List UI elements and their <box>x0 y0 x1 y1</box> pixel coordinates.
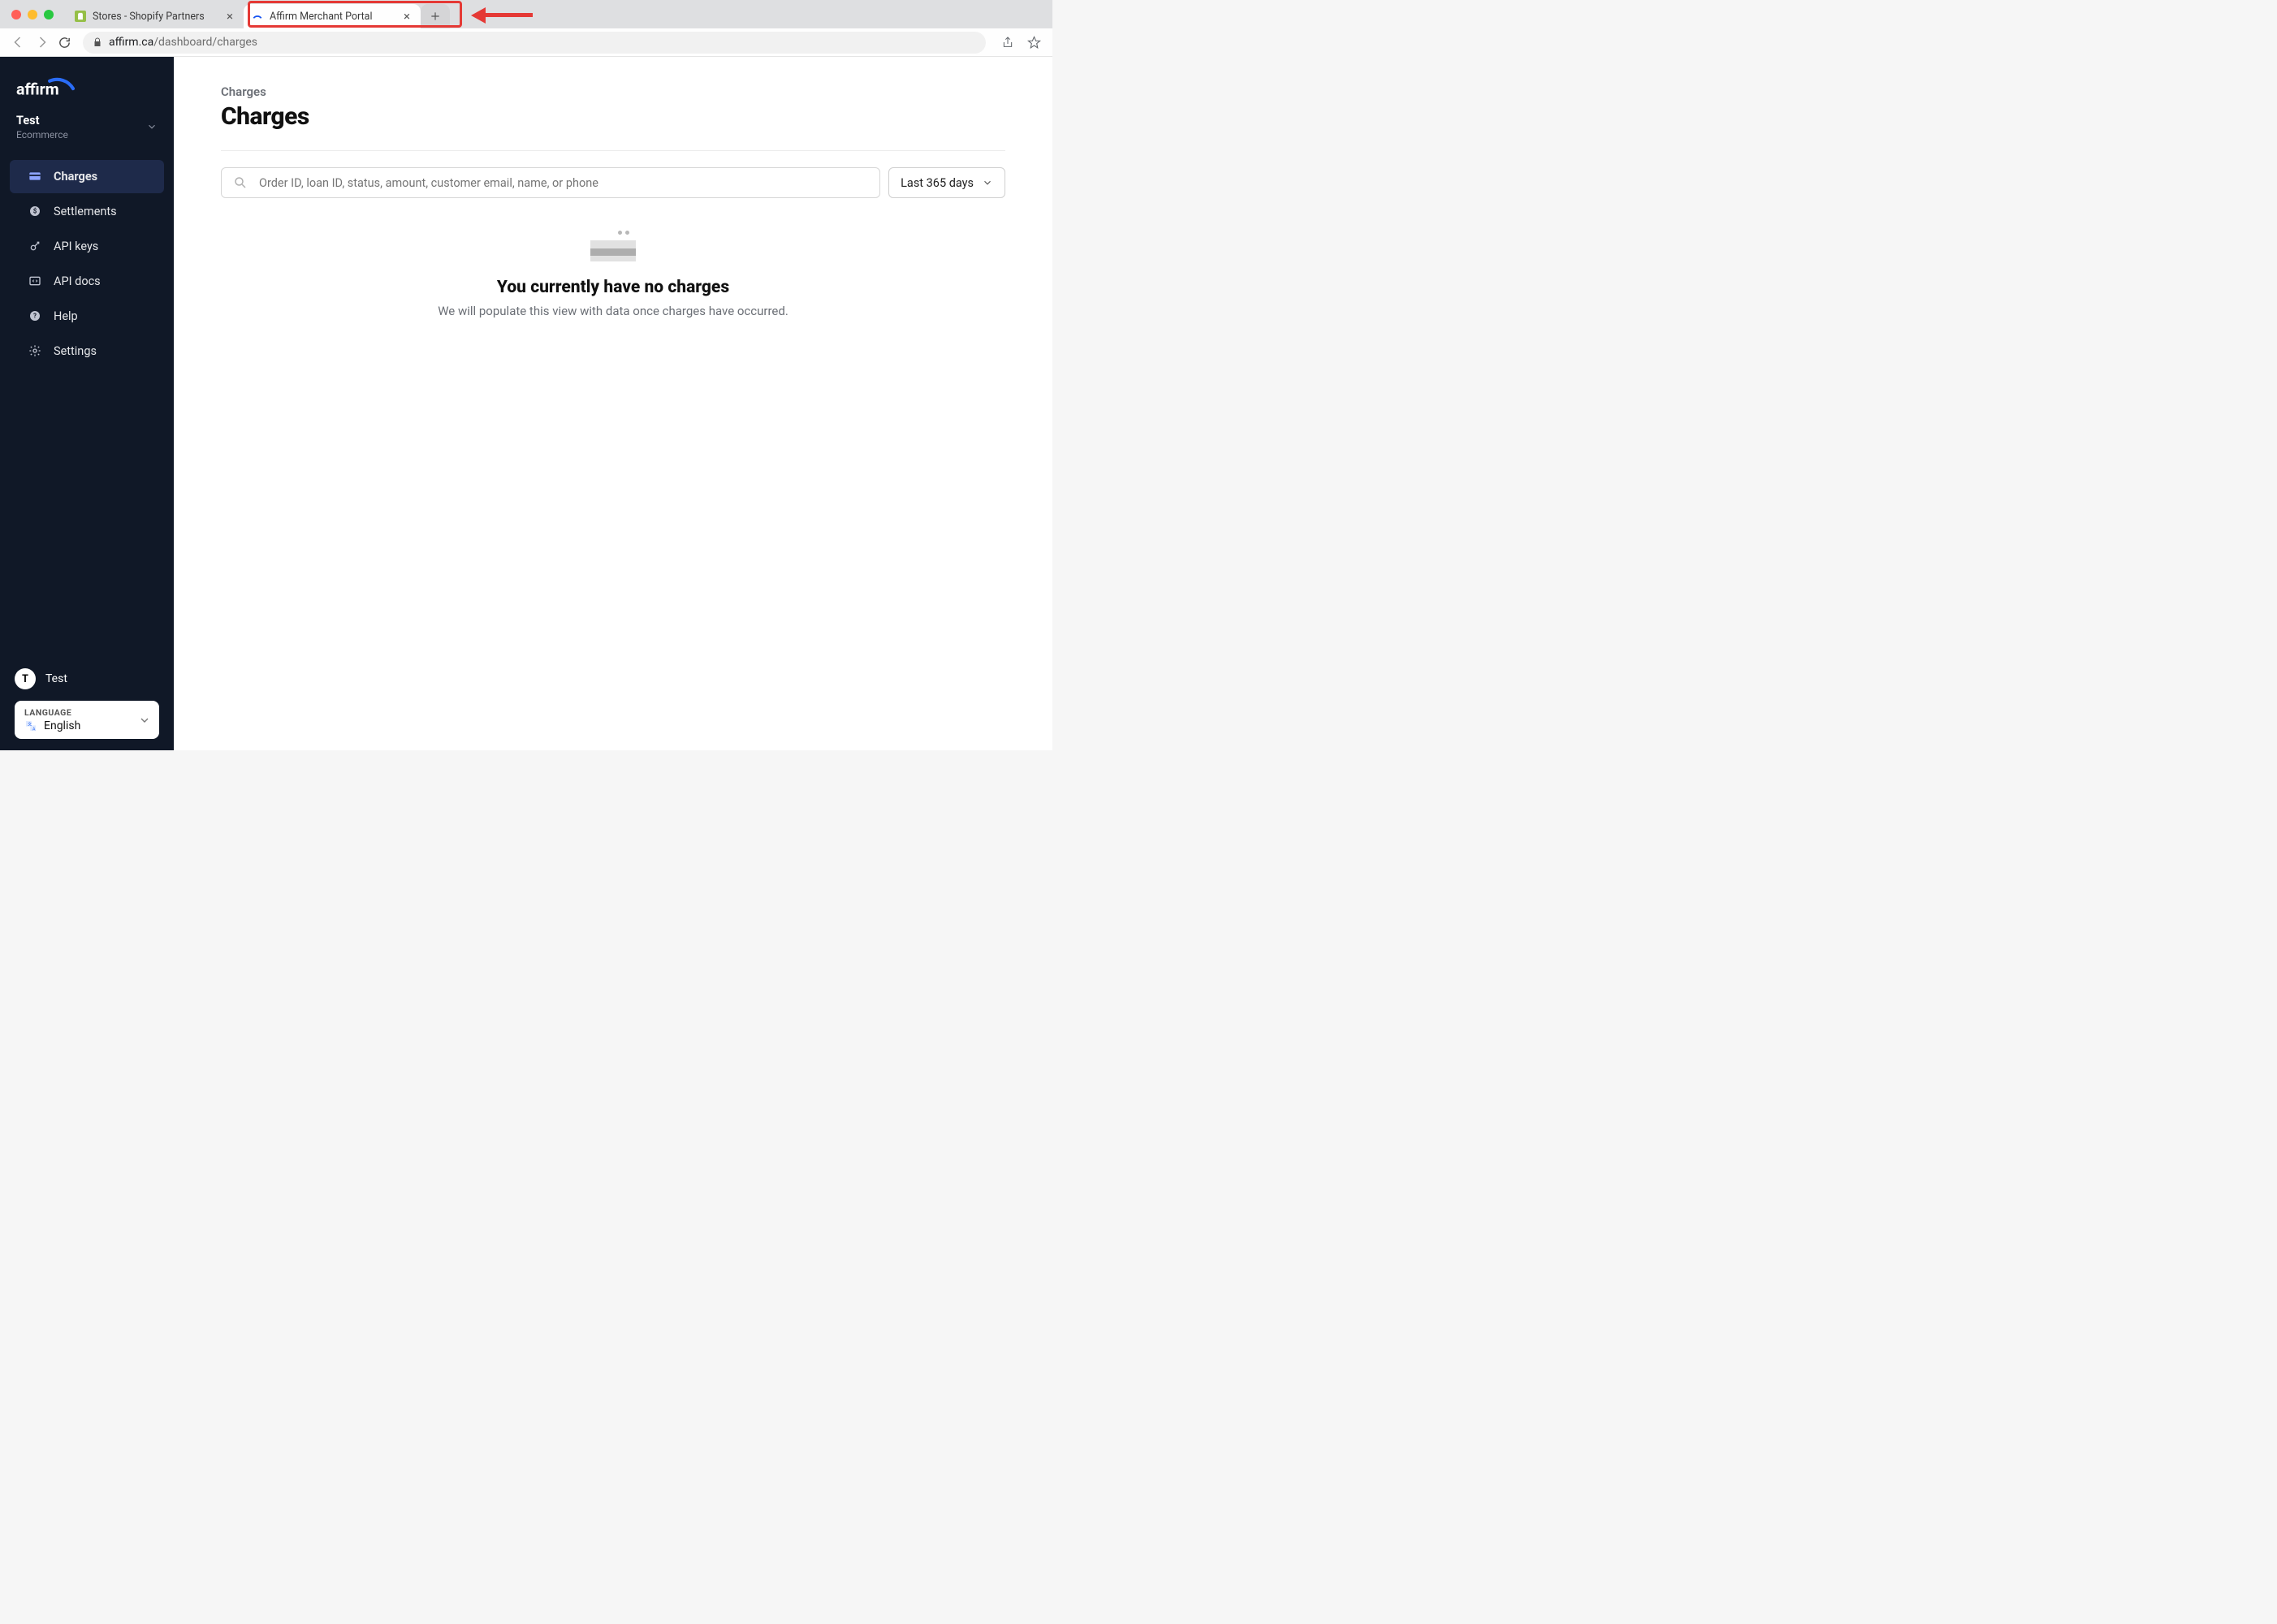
date-filter-button[interactable]: Last 365 days <box>888 167 1005 198</box>
sidebar-item-api-docs[interactable]: API docs <box>10 265 164 298</box>
sidebar-item-label: Help <box>54 309 78 323</box>
filter-row: Last 365 days <box>221 167 1005 198</box>
sidebar-item-settings[interactable]: Settings <box>10 335 164 368</box>
chevron-down-icon <box>982 177 993 188</box>
affirm-favicon-icon <box>252 11 263 22</box>
language-label: LANGUAGE <box>24 707 80 718</box>
avatar: T <box>15 668 36 689</box>
code-icon <box>28 274 42 288</box>
user-menu[interactable]: T Test <box>15 668 159 689</box>
reload-button[interactable] <box>55 33 73 51</box>
translate-icon: 文A <box>24 719 37 732</box>
back-button[interactable] <box>10 33 28 51</box>
close-tab-icon[interactable]: × <box>401 11 413 22</box>
help-icon: ? <box>28 309 42 323</box>
new-tab-button[interactable] <box>421 4 450 28</box>
chevron-down-icon <box>138 714 151 727</box>
browser-tab-shopify[interactable]: Stores - Shopify Partners × <box>67 4 244 28</box>
window-zoom-button[interactable] <box>44 10 54 19</box>
empty-body: We will populate this view with data onc… <box>221 304 1005 318</box>
address-bar[interactable]: affirm.ca/dashboard/charges <box>83 32 986 54</box>
sidebar-footer: T Test LANGUAGE 文A English <box>0 668 174 739</box>
svg-text:A: A <box>32 727 36 732</box>
app-root: affirm Test Ecommerce Charges $ <box>0 57 1052 750</box>
window-minimize-button[interactable] <box>28 10 37 19</box>
date-filter-label: Last 365 days <box>901 176 974 190</box>
merchant-name: Test <box>16 114 68 129</box>
empty-state: You currently have no charges We will po… <box>221 226 1005 318</box>
language-value: English <box>44 719 80 732</box>
sidebar-item-help[interactable]: ? Help <box>10 300 164 333</box>
affirm-logo: affirm <box>0 57 174 107</box>
sidebar-item-settlements[interactable]: $ Settlements <box>10 195 164 228</box>
merchant-switcher[interactable]: Test Ecommerce <box>0 107 174 152</box>
tab-title: Affirm Merchant Portal <box>270 11 395 23</box>
sidebar-item-label: Settings <box>54 344 97 358</box>
search-input[interactable] <box>257 175 868 191</box>
search-box[interactable] <box>221 167 880 198</box>
sidebar-item-label: Settlements <box>54 205 117 218</box>
empty-heading: You currently have no charges <box>221 278 1005 297</box>
key-icon <box>28 239 42 253</box>
search-icon <box>233 175 248 190</box>
dollar-circle-icon: $ <box>28 204 42 218</box>
lock-icon <box>93 37 102 47</box>
browser-tab-affirm[interactable]: Affirm Merchant Portal × <box>244 4 421 28</box>
share-icon[interactable] <box>999 33 1017 51</box>
gear-icon <box>28 343 42 358</box>
merchant-subtitle: Ecommerce <box>16 129 68 140</box>
page-title: Charges <box>221 102 1005 131</box>
sidebar-item-label: Charges <box>54 170 97 184</box>
user-name: Test <box>45 672 67 685</box>
window-close-button[interactable] <box>11 10 21 19</box>
browser-toolbar: affirm.ca/dashboard/charges <box>0 28 1052 57</box>
shopify-favicon-icon <box>75 11 86 22</box>
url-host: affirm.ca <box>109 36 153 49</box>
svg-text:?: ? <box>33 313 37 320</box>
tab-title: Stores - Shopify Partners <box>93 11 218 23</box>
svg-text:affirm: affirm <box>16 80 59 98</box>
card-icon <box>28 169 42 184</box>
bookmark-icon[interactable] <box>1025 33 1043 51</box>
window-traffic-lights <box>11 10 54 19</box>
empty-card-icon <box>590 226 636 261</box>
breadcrumb: Charges <box>221 84 1005 99</box>
url-path: /dashboard/charges <box>153 36 257 49</box>
sidebar-item-label: API keys <box>54 240 98 253</box>
sidebar-item-charges[interactable]: Charges <box>10 160 164 193</box>
sidebar: affirm Test Ecommerce Charges $ <box>0 57 174 750</box>
close-tab-icon[interactable]: × <box>224 11 235 22</box>
main-content: Charges Charges Last 365 days <box>174 57 1052 750</box>
sidebar-item-api-keys[interactable]: API keys <box>10 230 164 263</box>
divider <box>221 150 1005 151</box>
forward-button[interactable] <box>32 33 50 51</box>
sidebar-item-label: API docs <box>54 274 101 288</box>
language-selector[interactable]: LANGUAGE 文A English <box>15 701 159 739</box>
browser-tab-strip: Stores - Shopify Partners × Affirm Merch… <box>0 0 1052 28</box>
chevron-down-icon <box>146 121 158 132</box>
sidebar-nav: Charges $ Settlements API keys API docs <box>0 158 174 369</box>
svg-text:$: $ <box>33 208 37 215</box>
